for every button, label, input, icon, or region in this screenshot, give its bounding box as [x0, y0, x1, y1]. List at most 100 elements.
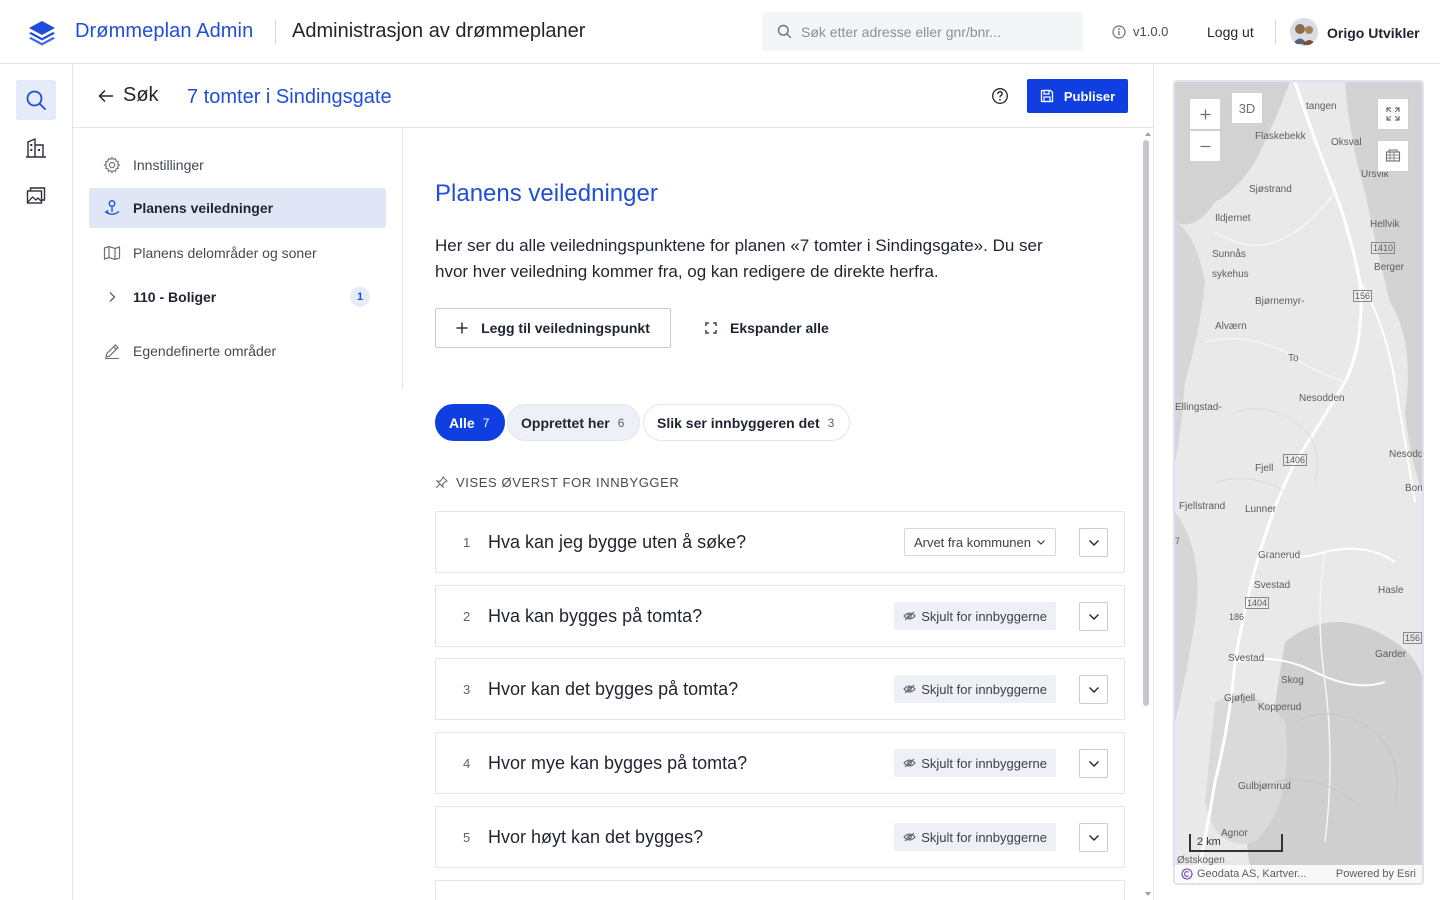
eye-off-icon — [903, 832, 916, 842]
pinned-section-label: VISES ØVERST FOR INNBYGGER — [435, 475, 679, 490]
tag-label: Arvet fra kommunen — [913, 534, 1031, 550]
filter-label: Opprettet her — [521, 414, 610, 431]
guidance-card[interactable]: 5 Hvor høyt kan det bygges? Skjult for i… — [435, 806, 1125, 868]
expand-all-button[interactable]: Ekspander alle — [705, 308, 829, 348]
plus-icon — [456, 322, 468, 334]
plan-sidebar: Innstillinger Planens veiledninger Plane… — [73, 128, 403, 388]
map-road-number: 1404 — [1245, 597, 1270, 609]
guidance-card[interactable]: 1 Hva kan jeg bygge uten å søke? Arvet f… — [435, 511, 1125, 573]
map-place-label: Fjell — [1255, 463, 1274, 474]
eye-off-icon — [903, 758, 916, 768]
guidance-card[interactable] — [435, 880, 1125, 900]
map-place-label: Flaskebekk — [1255, 131, 1306, 142]
rail-images-button[interactable] — [16, 176, 56, 216]
pencil-icon — [102, 341, 122, 361]
filter-count: 3 — [827, 415, 835, 430]
scrollbar-thumb[interactable] — [1143, 140, 1149, 706]
chevron-down-icon — [1088, 686, 1100, 694]
map-place-label: Fjellstrand — [1179, 501, 1226, 512]
arrow-left-icon — [98, 89, 114, 103]
chevron-right-icon — [102, 287, 122, 307]
expand-card-button[interactable] — [1079, 675, 1108, 704]
search-icon — [25, 89, 47, 111]
map-place-label: Nesodder — [1389, 449, 1424, 460]
card-question[interactable]: Hvor høyt kan det bygges? — [488, 827, 703, 848]
powered-by-text[interactable]: Powered by Esri — [1336, 868, 1422, 880]
expand-card-button[interactable] — [1079, 602, 1108, 631]
back-button[interactable]: Søk — [98, 84, 159, 107]
card-question[interactable]: Hva kan jeg bygge uten å søke? — [488, 532, 746, 553]
back-label: Søk — [123, 84, 159, 106]
map-road-number: 156 — [1353, 290, 1373, 302]
filter-created-here[interactable]: Opprettet her 6 — [507, 404, 641, 441]
map-view[interactable]: tangen Flaskebekk Oksval Ursvik Sjøstran… — [1173, 80, 1424, 885]
card-question[interactable]: Hvor mye kan bygges på tomta? — [488, 753, 747, 774]
logout-link[interactable]: Logg ut — [1207, 24, 1254, 40]
search-input[interactable]: Søk etter adresse eller gnr/bnr... — [762, 12, 1083, 51]
inherited-dropdown[interactable]: Arvet fra kommunen — [903, 528, 1056, 556]
card-question[interactable]: Hva kan bygges på tomta? — [488, 606, 702, 627]
map-place-label: Ildjernet — [1215, 213, 1251, 224]
map-scale-bar: 2 km — [1189, 834, 1283, 852]
rail-search-button[interactable] — [16, 80, 56, 120]
add-guidance-button[interactable]: Legg til veiledningspunkt — [435, 308, 671, 348]
guidance-card[interactable]: 4 Hvor mye kan bygges på tomta? Skjult f… — [435, 732, 1125, 794]
tag-label: Skjult for innbyggerne — [921, 608, 1047, 624]
sidebar-item-custom-areas[interactable]: Egendefinerte områder — [89, 331, 386, 371]
sidebar-item-subareas[interactable]: Planens delområder og soner — [89, 233, 386, 273]
brand-name[interactable]: Drømmeplan Admin — [75, 20, 253, 43]
card-question[interactable]: Hvor kan det bygges på tomta? — [488, 679, 738, 700]
map-place-label: Hasle — [1378, 585, 1404, 596]
basemap-icon — [1385, 149, 1401, 163]
chevron-down-icon — [1036, 538, 1046, 546]
card-number: 3 — [463, 682, 471, 697]
sidebar-item-label: Planens veiledninger — [133, 200, 274, 216]
toggle-3d-button[interactable]: 3D — [1231, 92, 1263, 124]
map-attribution: Geodata AS, Kartver... Powered by Esri — [1175, 865, 1422, 883]
chevron-down-icon — [1088, 760, 1100, 768]
sidebar-item-guidance[interactable]: Planens veiledninger — [89, 188, 386, 228]
guidance-card[interactable]: 3 Hvor kan det bygges på tomta? Skjult f… — [435, 658, 1125, 720]
card-number: 5 — [463, 830, 471, 845]
zoom-in-button[interactable] — [1189, 98, 1221, 130]
publish-button[interactable]: Publiser — [1027, 79, 1128, 113]
filter-count: 7 — [482, 415, 490, 430]
map-place-label: Gulbjørnrud — [1238, 781, 1291, 792]
map-place-label: To — [1288, 353, 1299, 364]
expand-card-button[interactable] — [1079, 749, 1108, 778]
minus-icon — [1200, 141, 1211, 152]
gear-icon — [102, 155, 122, 175]
sidebar-item-boliger[interactable]: 110 - Boliger 1 — [89, 277, 386, 317]
basemap-toggle-button[interactable] — [1377, 140, 1409, 172]
layers-logo-icon[interactable] — [27, 18, 57, 46]
sidebar-item-label: 110 - Boliger — [133, 289, 217, 305]
filter-all[interactable]: Alle 7 — [435, 404, 506, 441]
count-badge: 1 — [350, 287, 370, 307]
help-icon[interactable] — [991, 87, 1009, 105]
fullscreen-button[interactable] — [1377, 98, 1409, 130]
avatar[interactable] — [1290, 18, 1318, 46]
attribution-text: Geodata AS, Kartver... — [1197, 868, 1307, 880]
map-place-label: Sjøstrand — [1249, 184, 1292, 195]
map-place-label: Hellvik — [1370, 219, 1400, 230]
version-label: v1.0.0 — [1133, 24, 1169, 39]
guidance-card[interactable]: 2 Hva kan bygges på tomta? Skjult for in… — [435, 585, 1125, 647]
search-icon — [777, 24, 792, 39]
chevron-down-icon — [1088, 613, 1100, 621]
rail-buildings-button[interactable] — [16, 128, 56, 168]
expand-card-button[interactable] — [1079, 823, 1108, 852]
card-number: 2 — [463, 609, 471, 624]
sidebar-item-settings[interactable]: Innstillinger — [89, 145, 386, 185]
username[interactable]: Origo Utvikler — [1327, 25, 1420, 41]
version-info[interactable]: v1.0.0 — [1112, 24, 1168, 39]
filter-citizen-view[interactable]: Slik ser innbyggeren det 3 — [643, 404, 851, 441]
plan-title[interactable]: 7 tomter i Sindingsgate — [187, 86, 392, 109]
zoom-out-button[interactable] — [1189, 130, 1221, 162]
guidance-icon — [102, 198, 122, 218]
map-place-label: Borr — [1405, 483, 1424, 494]
expand-card-button[interactable] — [1079, 528, 1108, 557]
divider — [1275, 20, 1276, 44]
publish-label: Publiser — [1063, 88, 1116, 104]
section-heading: Planens veiledninger — [435, 180, 658, 207]
copyright-icon[interactable] — [1181, 868, 1193, 880]
